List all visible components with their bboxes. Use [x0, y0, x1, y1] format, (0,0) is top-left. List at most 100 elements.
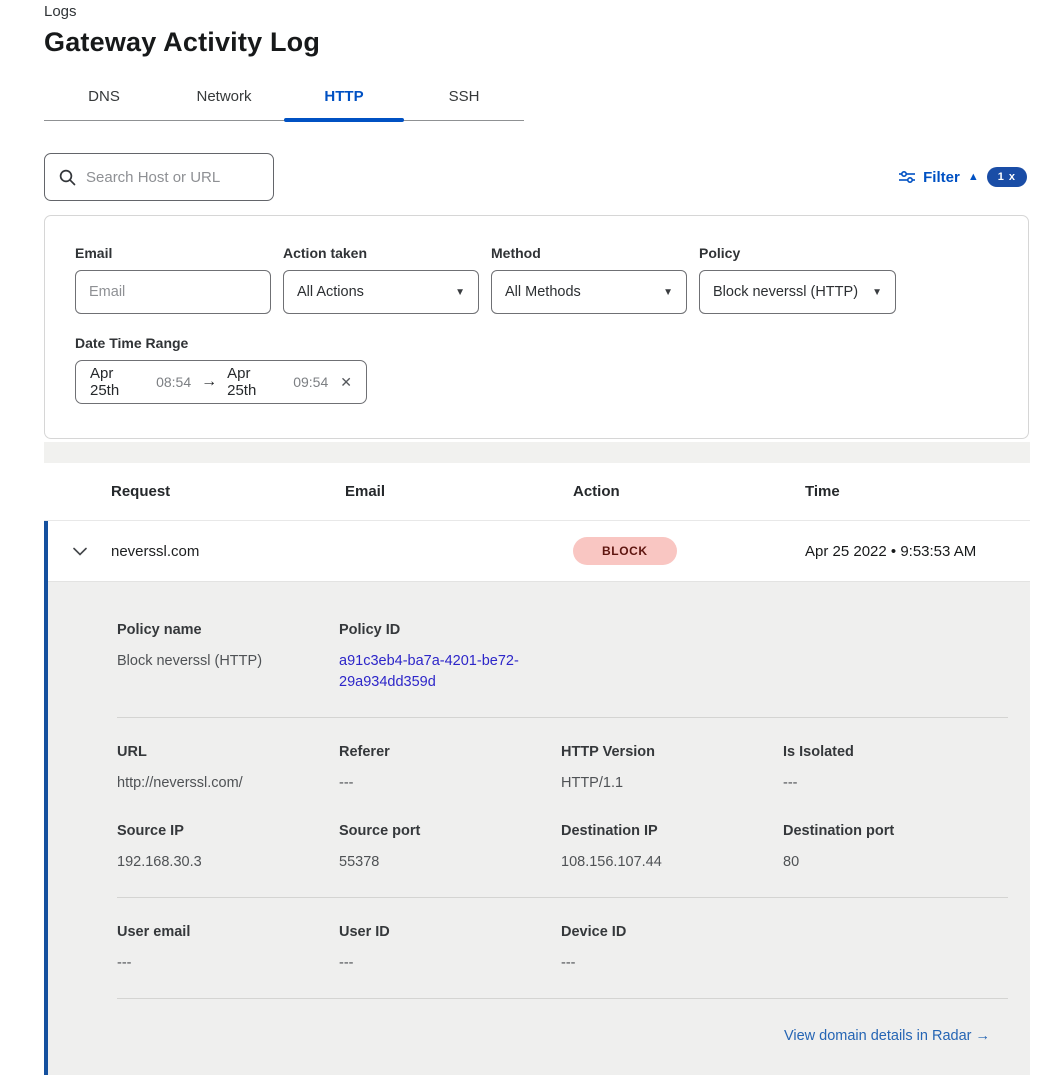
arrow-right-icon: →: [201, 373, 217, 391]
user-email-field: User email ---: [117, 924, 339, 974]
date-range-start-time: 08:54: [156, 374, 191, 390]
source-port-value: 55378: [339, 852, 561, 873]
is-isolated-label: Is Isolated: [783, 744, 1005, 760]
log-type-tabs: DNS Network HTTP SSH: [44, 78, 524, 121]
details-divider: [117, 897, 1008, 898]
search-input[interactable]: [86, 169, 259, 186]
user-id-value: ---: [339, 953, 561, 974]
policy-select-value: Block neverssl (HTTP): [713, 284, 858, 300]
is-isolated-field: Is Isolated ---: [783, 744, 1005, 794]
policy-name-value: Block neverssl (HTTP): [117, 651, 339, 672]
details-divider: [117, 717, 1008, 718]
referer-value: ---: [339, 773, 561, 794]
block-status-badge: BLOCK: [573, 537, 677, 565]
source-ip-label: Source IP: [117, 823, 339, 839]
row-action-cell: BLOCK: [573, 537, 805, 565]
email-filter-field: Email: [75, 245, 271, 314]
chevron-down-icon: ▼: [872, 287, 882, 298]
table-top-strip: [44, 442, 1030, 463]
tab-network[interactable]: Network: [164, 78, 284, 120]
radar-link-row: View domain details in Radar →: [117, 1027, 1008, 1045]
activity-log-table: Request Email Action Time neverssl.com B…: [44, 463, 1030, 1075]
destination-port-field: Destination port 80: [783, 823, 1005, 873]
destination-port-value: 80: [783, 852, 1005, 873]
page-title: Gateway Activity Log: [44, 27, 1029, 58]
column-header-request: Request: [111, 483, 345, 500]
is-isolated-value: ---: [783, 773, 1005, 794]
source-ip-value: 192.168.30.3: [117, 852, 339, 873]
action-select[interactable]: All Actions ▼: [283, 270, 479, 314]
column-header-email: Email: [345, 483, 573, 500]
policy-name-label: Policy name: [117, 622, 339, 638]
view-in-radar-link[interactable]: View domain details in Radar →: [784, 1028, 990, 1044]
email-filter-input[interactable]: [75, 270, 271, 314]
device-id-field: Device ID ---: [561, 924, 783, 974]
filter-label: Filter: [923, 169, 960, 186]
filter-toggle[interactable]: Filter ▲ 1 x: [899, 167, 1027, 187]
chevron-up-icon: ▲: [968, 171, 979, 183]
search-box[interactable]: [44, 153, 274, 201]
details-divider: [117, 998, 1008, 999]
policy-id-link[interactable]: a91c3eb4-ba7a-4201-be72-29a934dd359d: [339, 651, 529, 693]
http-version-label: HTTP Version: [561, 744, 783, 760]
gateway-activity-log-page: Logs Gateway Activity Log DNS Network HT…: [0, 0, 1044, 1075]
chevron-down-icon: ▼: [455, 287, 465, 298]
method-filter-label: Method: [491, 245, 687, 261]
table-body: neverssl.com BLOCK Apr 25 2022 • 9:53:53…: [44, 521, 1030, 1075]
policy-select[interactable]: Block neverssl (HTTP) ▼: [699, 270, 896, 314]
action-filter-field: Action taken All Actions ▼: [283, 245, 479, 314]
user-id-field: User ID ---: [339, 924, 561, 974]
referer-field: Referer ---: [339, 744, 561, 794]
action-select-value: All Actions: [297, 284, 364, 300]
date-range-picker[interactable]: Apr 25th 08:54 → Apr 25th 09:54 ✕: [75, 360, 367, 404]
column-header-time: Time: [805, 483, 1030, 500]
referer-label: Referer: [339, 744, 561, 760]
row-time-value: Apr 25 2022 • 9:53:53 AM: [805, 543, 1030, 560]
destination-ip-field: Destination IP 108.156.107.44: [561, 823, 783, 873]
http-version-value: HTTP/1.1: [561, 773, 783, 794]
active-filter-count-badge[interactable]: 1 x: [987, 167, 1027, 187]
table-header-row: Request Email Action Time: [44, 463, 1030, 521]
column-header-action: Action: [573, 483, 805, 500]
http-version-field: HTTP Version HTTP/1.1: [561, 744, 783, 794]
method-select-value: All Methods: [505, 284, 581, 300]
source-port-label: Source port: [339, 823, 561, 839]
date-range-end-date: Apr 25th: [227, 365, 283, 399]
user-id-label: User ID: [339, 924, 561, 940]
url-label: URL: [117, 744, 339, 760]
source-port-field: Source port 55378: [339, 823, 561, 873]
table-row[interactable]: neverssl.com BLOCK Apr 25 2022 • 9:53:53…: [48, 521, 1030, 582]
policy-filter-field: Policy Block neverssl (HTTP) ▼: [699, 245, 896, 314]
method-select[interactable]: All Methods ▼: [491, 270, 687, 314]
url-field: URL http://neverssl.com/: [117, 744, 339, 794]
action-filter-label: Action taken: [283, 245, 479, 261]
date-range-label: Date Time Range: [75, 335, 998, 351]
device-id-label: Device ID: [561, 924, 783, 940]
user-email-value: ---: [117, 953, 339, 974]
user-email-label: User email: [117, 924, 339, 940]
clear-date-range-icon[interactable]: ✕: [340, 374, 352, 391]
date-range-start-date: Apr 25th: [90, 365, 146, 399]
filter-sliders-icon: [899, 170, 915, 184]
chevron-down-icon: ▼: [663, 287, 673, 298]
policy-name-field: Policy name Block neverssl (HTTP): [117, 622, 339, 693]
destination-ip-label: Destination IP: [561, 823, 783, 839]
source-ip-field: Source IP 192.168.30.3: [117, 823, 339, 873]
search-filter-row: Filter ▲ 1 x: [44, 153, 1029, 201]
tab-http[interactable]: HTTP: [284, 78, 404, 120]
tab-dns[interactable]: DNS: [44, 78, 164, 120]
method-filter-field: Method All Methods ▼: [491, 245, 687, 314]
device-id-value: ---: [561, 953, 783, 974]
policy-id-field: Policy ID a91c3eb4-ba7a-4201-be72-29a934…: [339, 622, 561, 693]
email-filter-label: Email: [75, 245, 271, 261]
row-expanded-details: Policy name Block neverssl (HTTP) Policy…: [48, 582, 1030, 1075]
search-icon: [59, 169, 76, 186]
date-range-end-time: 09:54: [293, 374, 328, 390]
url-value: http://neverssl.com/: [117, 773, 339, 794]
row-request-value: neverssl.com: [111, 543, 345, 560]
chevron-down-icon[interactable]: [48, 547, 111, 556]
policy-filter-label: Policy: [699, 245, 896, 261]
policy-id-label: Policy ID: [339, 622, 561, 638]
breadcrumb: Logs: [44, 3, 1029, 20]
tab-ssh[interactable]: SSH: [404, 78, 524, 120]
